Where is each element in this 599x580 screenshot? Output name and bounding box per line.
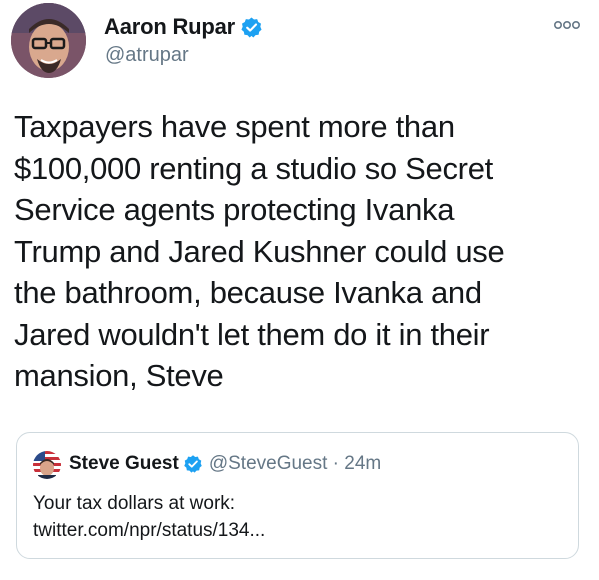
quoted-tweet[interactable]: Steve Guest @SteveGuest · 24m Your tax d… [16,432,579,559]
tweet-text: Taxpayers have spent more than $100,000 … [14,106,584,397]
tweet-text-line: Jared wouldn't let them do it in their [14,316,490,352]
tweet-card: Aaron Rupar @atrupar Taxpayers have spen… [0,0,599,580]
tweet-text-line: Trump and Jared Kushner could use [14,233,505,269]
tweet-text-line: mansion, Steve [14,358,224,393]
tweet-text-line: the bathroom, because Ivanka and [14,275,482,310]
quoted-link[interactable]: twitter.com/npr/status/134... [33,517,563,544]
quoted-text-line: Your tax dollars at work: [33,493,236,514]
verified-badge-icon [183,454,203,474]
quoted-text: Your tax dollars at work: twitter.com/np… [33,490,563,544]
more-options-icon[interactable] [553,16,581,34]
author-display-name[interactable]: Aaron Rupar [104,14,235,40]
quoted-author-avatar[interactable] [33,451,61,479]
author-handle[interactable]: @atrupar [105,44,189,67]
quoted-handle-time[interactable]: @SteveGuest · 24m [209,453,381,475]
quoted-display-name[interactable]: Steve Guest [69,453,179,475]
tweet-text-line: Taxpayers have spent more than [14,109,455,144]
author-name-row[interactable]: Aaron Rupar [104,12,263,42]
tweet-text-line: Service agents protecting Ivanka [14,192,455,227]
tweet-text-line: $100,000 renting a studio so Secret [14,150,493,186]
author-avatar[interactable] [11,3,86,78]
quoted-header: Steve Guest @SteveGuest · 24m [69,450,381,478]
verified-badge-icon [240,16,263,39]
